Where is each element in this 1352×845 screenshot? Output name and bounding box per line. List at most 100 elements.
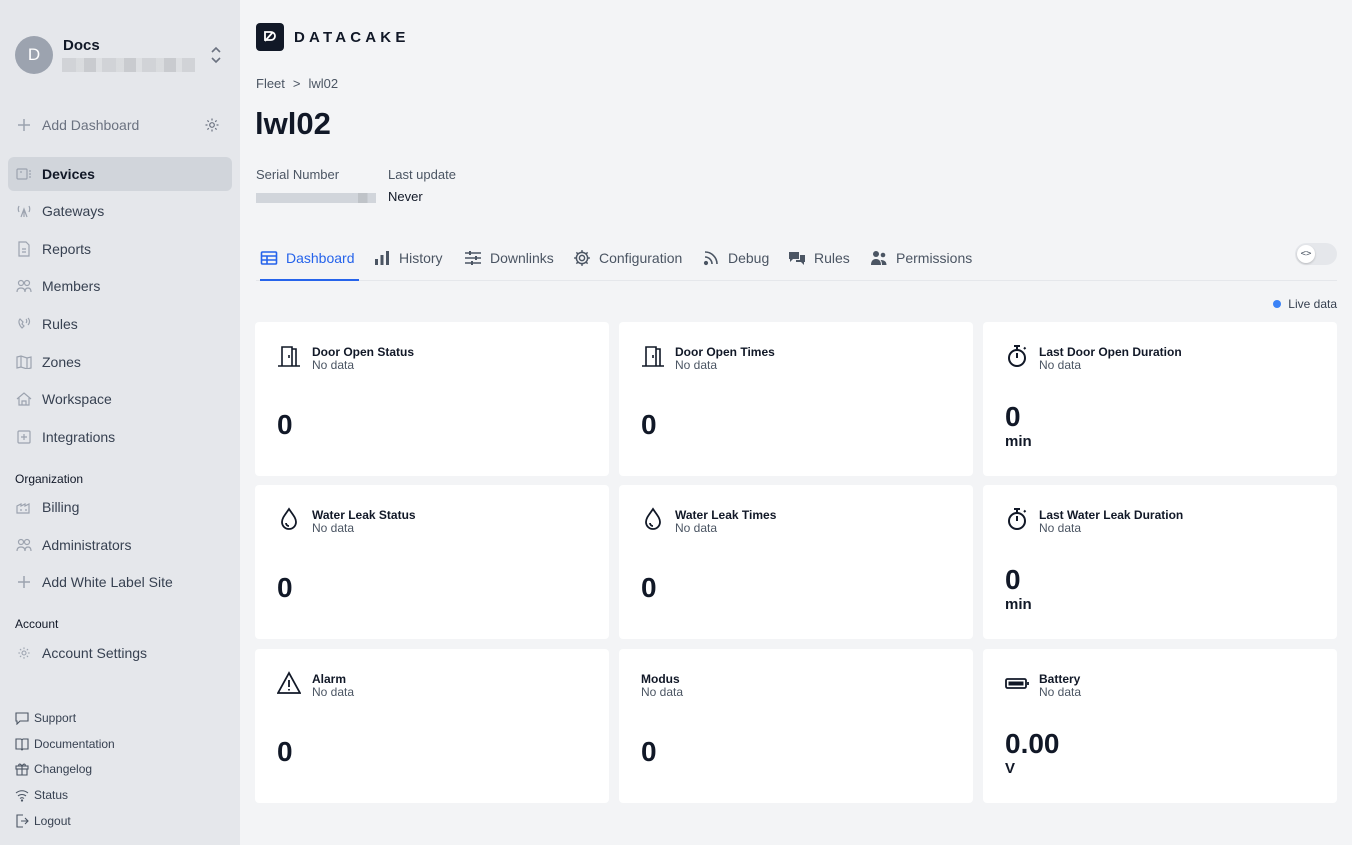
- plus-icon: [16, 117, 32, 133]
- widget-subtitle: No data: [1039, 521, 1082, 535]
- live-status-dot: [1273, 300, 1282, 308]
- table-icon: [260, 249, 278, 267]
- tab-label: Dashboard: [286, 250, 355, 266]
- sidebar-item-label: Zones: [42, 354, 81, 370]
- report-icon: [16, 241, 32, 257]
- datacake-logo[interactable]: DATACAKE: [256, 23, 410, 51]
- gift-icon: [15, 762, 29, 776]
- tab-label: Debug: [728, 250, 770, 266]
- sidebar-item-label: Account Settings: [42, 645, 148, 661]
- code-view-toggle[interactable]: <>: [1295, 243, 1337, 265]
- widget-title: Water Leak Times: [675, 508, 777, 522]
- code-icon: <>: [1297, 245, 1315, 263]
- logout-icon: [15, 814, 29, 828]
- users-icon: [870, 249, 888, 267]
- sidebar-item-label: Reports: [42, 241, 92, 257]
- chat-icon: [15, 711, 29, 725]
- add-dashboard-label: Add Dashboard: [42, 117, 140, 133]
- tab-label: Configuration: [599, 250, 683, 266]
- status-link[interactable]: Status: [15, 788, 68, 802]
- widget-subtitle: No data: [312, 358, 355, 372]
- gateway-icon: [16, 203, 32, 219]
- widget-value: 0.00: [1005, 728, 1060, 759]
- widget-last-door-open-duration[interactable]: Last Door Open Duration No data 0 min: [983, 322, 1337, 476]
- add-dashboard-button[interactable]: Add Dashboard: [8, 108, 232, 142]
- widget-title: Door Open Times: [675, 345, 775, 359]
- sidebar-item-devices[interactable]: Devices: [8, 157, 232, 191]
- widget-alarm[interactable]: Alarm No data 0: [255, 649, 609, 803]
- rss-icon: [702, 249, 720, 267]
- sidebar-item-billing[interactable]: Billing: [8, 490, 232, 524]
- sidebar-item-reports[interactable]: Reports: [8, 232, 232, 266]
- widget-title: Last Door Open Duration: [1039, 345, 1182, 359]
- droplet-icon: [281, 507, 297, 530]
- tab-label: Downlinks: [490, 250, 554, 266]
- logout-link[interactable]: Logout: [15, 814, 71, 828]
- account-heading: Account: [15, 617, 59, 631]
- workspace-switcher[interactable]: D Docs: [15, 36, 225, 74]
- support-link[interactable]: Support: [15, 711, 76, 725]
- widget-door-open-status[interactable]: Door Open Status No data 0: [255, 322, 609, 476]
- last-update-label: Last update: [388, 167, 456, 182]
- sidebar-item-label: Devices: [42, 166, 95, 182]
- sidebar-item-zones[interactable]: Zones: [8, 345, 232, 379]
- sidebar-item-account-settings[interactable]: Account Settings: [8, 636, 232, 670]
- tab-label: Rules: [814, 250, 850, 266]
- workspace-subtitle-redacted: [62, 58, 195, 72]
- sidebar-item-integrations[interactable]: Integrations: [8, 420, 232, 454]
- tab-rules[interactable]: Rules: [788, 236, 850, 280]
- sidebar-item-rules[interactable]: Rules: [8, 307, 232, 341]
- logo-text: DATACAKE: [294, 28, 410, 46]
- sidebar-item-members[interactable]: Members: [8, 269, 232, 303]
- breadcrumb-fleet-link[interactable]: Fleet: [256, 76, 285, 91]
- widget-title: Modus: [641, 672, 680, 686]
- widget-battery[interactable]: Battery No data 0.00 V: [983, 649, 1337, 803]
- tab-dashboard[interactable]: Dashboard: [260, 236, 358, 281]
- widget-value: 0: [1005, 564, 1021, 595]
- tab-downlinks[interactable]: Downlinks: [464, 236, 554, 280]
- widget-value: 0: [1005, 401, 1021, 432]
- widget-modus[interactable]: Modus No data 0: [619, 649, 973, 803]
- logo-mark-icon: [256, 23, 284, 51]
- widget-unit: min: [1005, 433, 1032, 450]
- widget-water-leak-times[interactable]: Water Leak Times No data 0: [619, 485, 973, 639]
- widget-value: 0: [277, 409, 293, 440]
- workspace-avatar: D: [15, 36, 53, 74]
- sidebar-item-gateways[interactable]: Gateways: [8, 194, 232, 228]
- breadcrumb-current: lwl02: [308, 76, 339, 91]
- widget-water-leak-status[interactable]: Water Leak Status No data 0: [255, 485, 609, 639]
- widget-unit: V: [1005, 760, 1016, 777]
- widget-value: 0: [277, 572, 293, 603]
- dashboard-settings-gear-icon[interactable]: [204, 117, 220, 133]
- live-data-label: Live data: [1288, 297, 1337, 311]
- widget-door-open-times[interactable]: Door Open Times No data 0: [619, 322, 973, 476]
- widget-value: 0: [641, 736, 657, 767]
- device-tabs: Dashboard History Downlinks Configuratio…: [256, 236, 1337, 281]
- widget-title: Door Open Status: [312, 345, 415, 359]
- documentation-link[interactable]: Documentation: [15, 737, 115, 751]
- widget-title: Alarm: [312, 672, 347, 686]
- widget-value: 0: [641, 572, 657, 603]
- tab-debug[interactable]: Debug: [702, 236, 769, 280]
- tab-history[interactable]: History: [373, 236, 443, 280]
- billing-icon: [16, 499, 32, 515]
- last-update-value: Never: [388, 189, 423, 204]
- chevron-up-down-icon: [211, 46, 221, 64]
- widget-subtitle: No data: [675, 358, 718, 372]
- tab-permissions[interactable]: Permissions: [870, 236, 972, 280]
- sidebar-item-add-white-label-site[interactable]: Add White Label Site: [8, 565, 232, 599]
- breadcrumb-separator: >: [292, 76, 301, 91]
- changelog-link[interactable]: Changelog: [15, 762, 92, 776]
- workspace-name: Docs: [63, 37, 100, 54]
- tab-configuration[interactable]: Configuration: [573, 236, 682, 280]
- organization-heading: Organization: [15, 472, 84, 486]
- sidebar-item-label: Rules: [42, 316, 78, 332]
- sidebar-item-workspace[interactable]: Workspace: [8, 382, 232, 416]
- warning-icon: [277, 671, 301, 694]
- changelog-label: Changelog: [34, 762, 93, 776]
- sidebar-item-administrators[interactable]: Administrators: [8, 528, 232, 562]
- map-icon: [16, 354, 32, 370]
- widget-subtitle: No data: [312, 521, 355, 535]
- widget-last-water-leak-duration[interactable]: Last Water Leak Duration No data 0 min: [983, 485, 1337, 639]
- devices-icon: [16, 166, 32, 182]
